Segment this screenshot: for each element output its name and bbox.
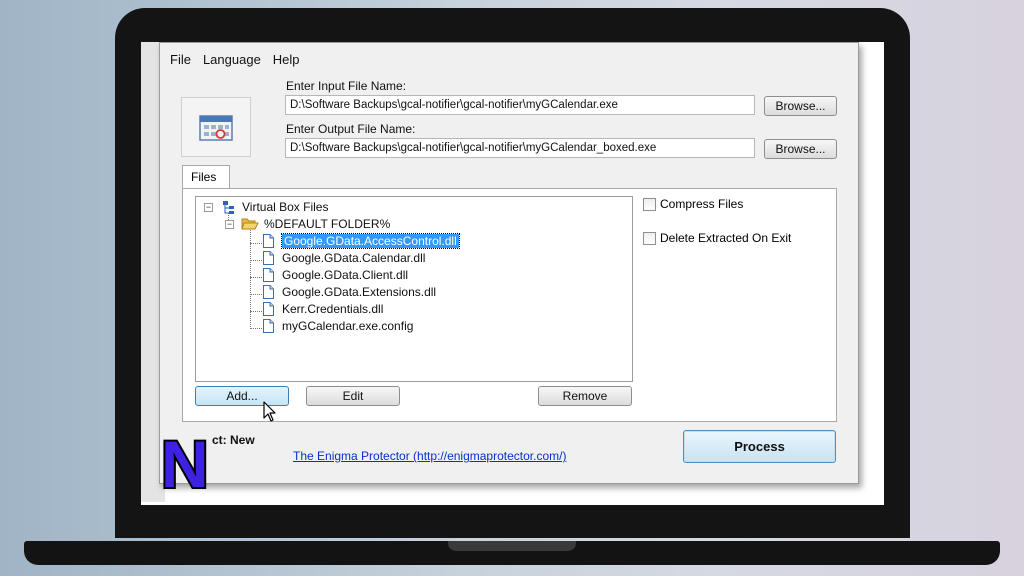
tree-connector xyxy=(250,243,262,244)
output-file-field[interactable]: D:\Software Backups\gcal-notifier\gcal-n… xyxy=(285,138,755,158)
process-button[interactable]: Process xyxy=(683,430,836,463)
tree-file-item[interactable]: Google.GData.Extensions.dll xyxy=(282,284,436,300)
laptop-notch xyxy=(448,541,576,551)
remove-button[interactable]: Remove xyxy=(538,386,632,406)
tree-folder[interactable]: %DEFAULT FOLDER% xyxy=(264,216,390,232)
input-file-label: Enter Input File Name: xyxy=(286,79,407,93)
virtual-files-tree[interactable]: − Virtual Box Files − %DEFAULT FOLDER% G… xyxy=(195,196,633,382)
output-browse-button[interactable]: Browse... xyxy=(764,139,837,159)
root-collapse-toggle[interactable]: − xyxy=(204,203,213,212)
svg-text:N: N xyxy=(161,431,209,493)
menu-bar: File Language Help xyxy=(160,51,306,71)
folder-collapse-toggle[interactable]: − xyxy=(225,220,234,229)
input-browse-button[interactable]: Browse... xyxy=(764,96,837,116)
compress-files-checkbox[interactable] xyxy=(643,197,656,211)
tree-connector xyxy=(250,328,262,329)
laptop-screen: File Language Help Enter Input File Name… xyxy=(141,42,884,505)
tree-file-item[interactable]: myGCalendar.exe.config xyxy=(282,318,413,334)
file-icon xyxy=(263,234,274,248)
delete-extracted-option[interactable]: Delete Extracted On Exit xyxy=(643,231,791,245)
tree-connector xyxy=(250,277,262,278)
app-icon-box xyxy=(181,97,251,157)
channel-logo-n: N xyxy=(159,431,211,493)
output-file-label: Enter Output File Name: xyxy=(286,122,416,136)
tree-file-item[interactable]: Kerr.Credentials.dll xyxy=(282,301,383,317)
tab-files[interactable]: Files xyxy=(182,165,230,189)
edit-button[interactable]: Edit xyxy=(306,386,400,406)
tree-file-item[interactable]: Google.GData.Calendar.dll xyxy=(282,250,425,266)
compress-files-option[interactable]: Compress Files xyxy=(643,197,743,211)
tree-file-item[interactable]: Google.GData.Client.dll xyxy=(282,267,408,283)
file-icon xyxy=(263,302,274,316)
enigma-protector-link[interactable]: The Enigma Protector (http://enigmaprote… xyxy=(293,449,566,463)
tree-connector xyxy=(250,260,262,261)
file-icon xyxy=(263,285,274,299)
delete-extracted-checkbox[interactable] xyxy=(643,231,656,245)
file-icon xyxy=(263,319,274,333)
menu-language[interactable]: Language xyxy=(197,51,267,71)
tree-root[interactable]: Virtual Box Files xyxy=(242,199,328,215)
delete-extracted-label: Delete Extracted On Exit xyxy=(660,231,792,245)
folder-open-icon xyxy=(241,218,259,230)
file-icon xyxy=(263,268,274,282)
tree-file-item[interactable]: Google.GData.AccessControl.dll xyxy=(281,233,460,249)
mouse-cursor-icon xyxy=(263,401,276,422)
input-file-field[interactable]: D:\Software Backups\gcal-notifier\gcal-n… xyxy=(285,95,755,115)
menu-help[interactable]: Help xyxy=(267,51,306,71)
calendar-icon xyxy=(199,115,233,141)
tree-connector xyxy=(250,230,251,327)
compress-files-label: Compress Files xyxy=(660,197,744,211)
tree-connector xyxy=(250,311,262,312)
menu-file[interactable]: File xyxy=(160,51,197,71)
file-icon xyxy=(263,251,274,265)
tree-connector xyxy=(250,294,262,295)
tree-root-icon xyxy=(223,201,234,214)
files-tab-panel: − Virtual Box Files − %DEFAULT FOLDER% G… xyxy=(182,188,837,422)
